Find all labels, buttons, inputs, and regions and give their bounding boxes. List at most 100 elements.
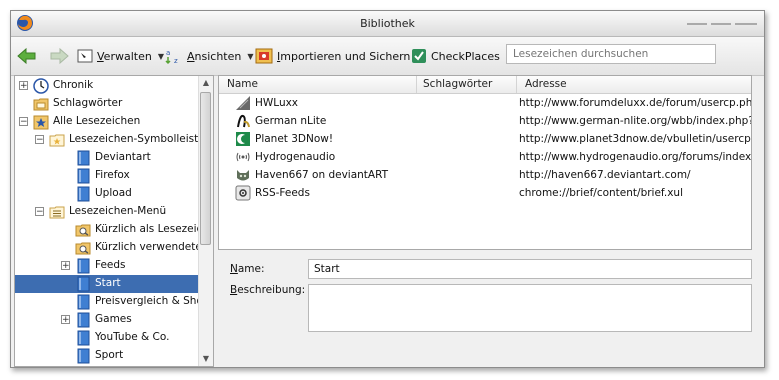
views-menu-button[interactable]: az Ansichten ▼	[165, 47, 254, 65]
tree-item-chronik[interactable]: + Chronik	[15, 77, 199, 95]
bookmark-row[interactable]: HWLuxx http://www.forumdeluxx.de/forum/us…	[219, 94, 751, 112]
svg-text:a: a	[166, 49, 170, 57]
toolbar-folder-icon	[49, 132, 65, 148]
forward-arrow-icon	[50, 47, 69, 65]
folder-tree: + Chronik Schlagwörter − Alle Lesezeichen − Le…	[15, 76, 213, 366]
bookmark-url: chrome://brief/content/brief.xul	[519, 187, 683, 199]
details-panel: Name: Start Beschreibung:	[218, 250, 752, 367]
minimize-button[interactable]	[687, 23, 707, 25]
query-folder-icon	[75, 240, 91, 256]
tree-item-lesezeichen-menü[interactable]: − Lesezeichen-Menü	[15, 203, 199, 221]
tree-item-lesezeichen-symbolleiste[interactable]: − Lesezeichen-Symbolleiste	[15, 131, 205, 149]
sort-az-icon: az	[165, 49, 178, 65]
tree-item-preisvergleich-shops[interactable]: Preisvergleich & Shops	[15, 293, 213, 311]
organize-icon	[77, 49, 93, 63]
bookmark-list: Name Schlagwörter Adresse HWLuxx http://w…	[218, 75, 752, 250]
tree-item-deviantart[interactable]: Deviantart	[15, 149, 199, 167]
bookmark-url: http://www.hydrogenaudio.org/forums/inde…	[519, 151, 752, 163]
back-arrow-icon	[17, 47, 36, 65]
tree-item-label: Schlagwörter	[53, 97, 123, 109]
bookmark-name: German nLite	[255, 115, 327, 127]
folder-icon	[75, 276, 91, 292]
expand-toggle-icon[interactable]: +	[61, 315, 70, 325]
tree-item-kürzlich-als-lesezeic[interactable]: Kürzlich als Lesezeic...	[15, 221, 212, 239]
maximize-button[interactable]	[711, 23, 731, 25]
toolbar: Verwalten ▼ az Ansichten ▼ Importieren und…	[11, 37, 764, 76]
description-label: Beschreibung:	[230, 284, 306, 296]
tree-item-start[interactable]: Start	[15, 275, 199, 293]
folder-icon	[75, 258, 91, 274]
svg-text:z: z	[174, 57, 178, 65]
expand-toggle-icon[interactable]: +	[19, 81, 28, 91]
forward-button[interactable]	[49, 47, 69, 65]
bookmark-row[interactable]: Hydrogenaudio http://www.hydrogenaudio.or…	[219, 148, 751, 166]
tree-item-upload[interactable]: Upload	[15, 185, 199, 203]
bookmark-url: http://haven667.deviantart.com/	[519, 169, 691, 181]
bookmark-row[interactable]: Haven667 on deviantART http://haven667.de…	[219, 166, 751, 184]
tree-item-alle-lesezeichen[interactable]: − Alle Lesezeichen	[15, 113, 199, 131]
collapse-toggle-icon[interactable]: −	[35, 135, 44, 145]
tree-item-sport[interactable]: Sport	[15, 347, 199, 365]
folder-icon	[75, 348, 91, 364]
tree-item-firefox[interactable]: Firefox	[15, 167, 199, 185]
content-pane: Name Schlagwörter Adresse HWLuxx http://w…	[218, 75, 764, 367]
folder-icon	[75, 186, 91, 202]
tree-item-label: Lesezeichen-Menü	[69, 205, 167, 217]
checkplaces-button[interactable]: CheckPlaces	[411, 47, 500, 65]
tree-item-games[interactable]: + Games	[15, 311, 199, 329]
bookmark-row[interactable]: RSS-Feeds chrome://brief/content/brief.xu…	[219, 184, 751, 202]
tree-item-label: Firefox	[95, 169, 130, 181]
column-header-address[interactable]: Adresse	[525, 78, 567, 90]
expand-toggle-icon[interactable]: +	[61, 261, 70, 271]
folder-icon	[75, 330, 91, 346]
tree-scrollbar[interactable]: ▲ ▼	[198, 76, 213, 366]
bookmark-url: http://www.planet3dnow.de/vbulletin/user…	[519, 133, 752, 145]
content-area: + Chronik Schlagwörter − Alle Lesezeichen − Le…	[11, 75, 764, 367]
tree-item-schlagwörter[interactable]: Schlagwörter	[15, 95, 199, 113]
column-header-tags[interactable]: Schlagwörter	[423, 78, 492, 90]
checkplaces-icon	[412, 49, 426, 63]
hydrogenaudio-favicon-icon	[235, 149, 251, 165]
hwluxx-favicon-icon	[235, 95, 251, 111]
tree-item-label: Start	[95, 277, 121, 289]
folder-icon	[75, 168, 91, 184]
tree-item-label: Upload	[95, 187, 132, 199]
import-backup-menu-button[interactable]: Importieren und Sichern▼	[255, 47, 423, 65]
folder-icon	[75, 312, 91, 328]
bookmark-name: RSS-Feeds	[255, 187, 310, 199]
description-field[interactable]	[308, 284, 752, 332]
bookmark-row[interactable]: German nLite http://www.german-nlite.org/…	[219, 112, 751, 130]
tree-item-youtube-co[interactable]: YouTube & Co.	[15, 329, 199, 347]
name-field[interactable]: Start	[308, 259, 752, 279]
nlite-favicon-icon	[235, 113, 251, 129]
tree-item-feeds[interactable]: + Feeds	[15, 257, 199, 275]
star-folder-icon	[33, 114, 49, 130]
close-button[interactable]	[735, 23, 757, 25]
scrollbar-thumb[interactable]	[200, 92, 211, 245]
query-folder-icon	[75, 222, 91, 238]
planet3dnow-favicon-icon	[235, 131, 251, 147]
bookmark-row[interactable]: Planet 3DNow! http://www.planet3dnow.de/v…	[219, 130, 751, 148]
collapse-toggle-icon[interactable]: −	[19, 117, 28, 127]
tree-item-label: Deviantart	[95, 151, 151, 163]
search-input[interactable]	[506, 44, 716, 64]
tree-item-label: Games	[95, 313, 132, 325]
menu-folder-icon	[49, 204, 65, 220]
back-button[interactable]	[17, 47, 37, 65]
collapse-toggle-icon[interactable]: −	[35, 207, 44, 217]
scroll-up-arrow-icon[interactable]: ▲	[199, 76, 213, 90]
library-window: Bibliothek Verwalten ▼ az Ansichten ▼ Impo…	[10, 10, 765, 368]
name-label: Name:	[230, 263, 265, 275]
tree-item-kürzlich-verwendete[interactable]: Kürzlich verwendete...	[15, 239, 212, 257]
list-header: Name Schlagwörter Adresse	[219, 76, 751, 94]
folder-icon	[75, 294, 91, 310]
folder-icon	[75, 150, 91, 166]
tree-item-label: Feeds	[95, 259, 126, 271]
organize-menu-button[interactable]: Verwalten ▼	[77, 47, 164, 65]
deviantart-favicon-icon	[235, 167, 251, 183]
bookmark-name: HWLuxx	[255, 97, 299, 109]
column-header-name[interactable]: Name	[227, 78, 258, 90]
bookmark-url: http://www.forumdeluxx.de/forum/usercp.p…	[519, 97, 752, 109]
scroll-down-arrow-icon[interactable]: ▼	[199, 352, 213, 366]
tree-item-label: Kürzlich verwendete...	[95, 241, 212, 253]
